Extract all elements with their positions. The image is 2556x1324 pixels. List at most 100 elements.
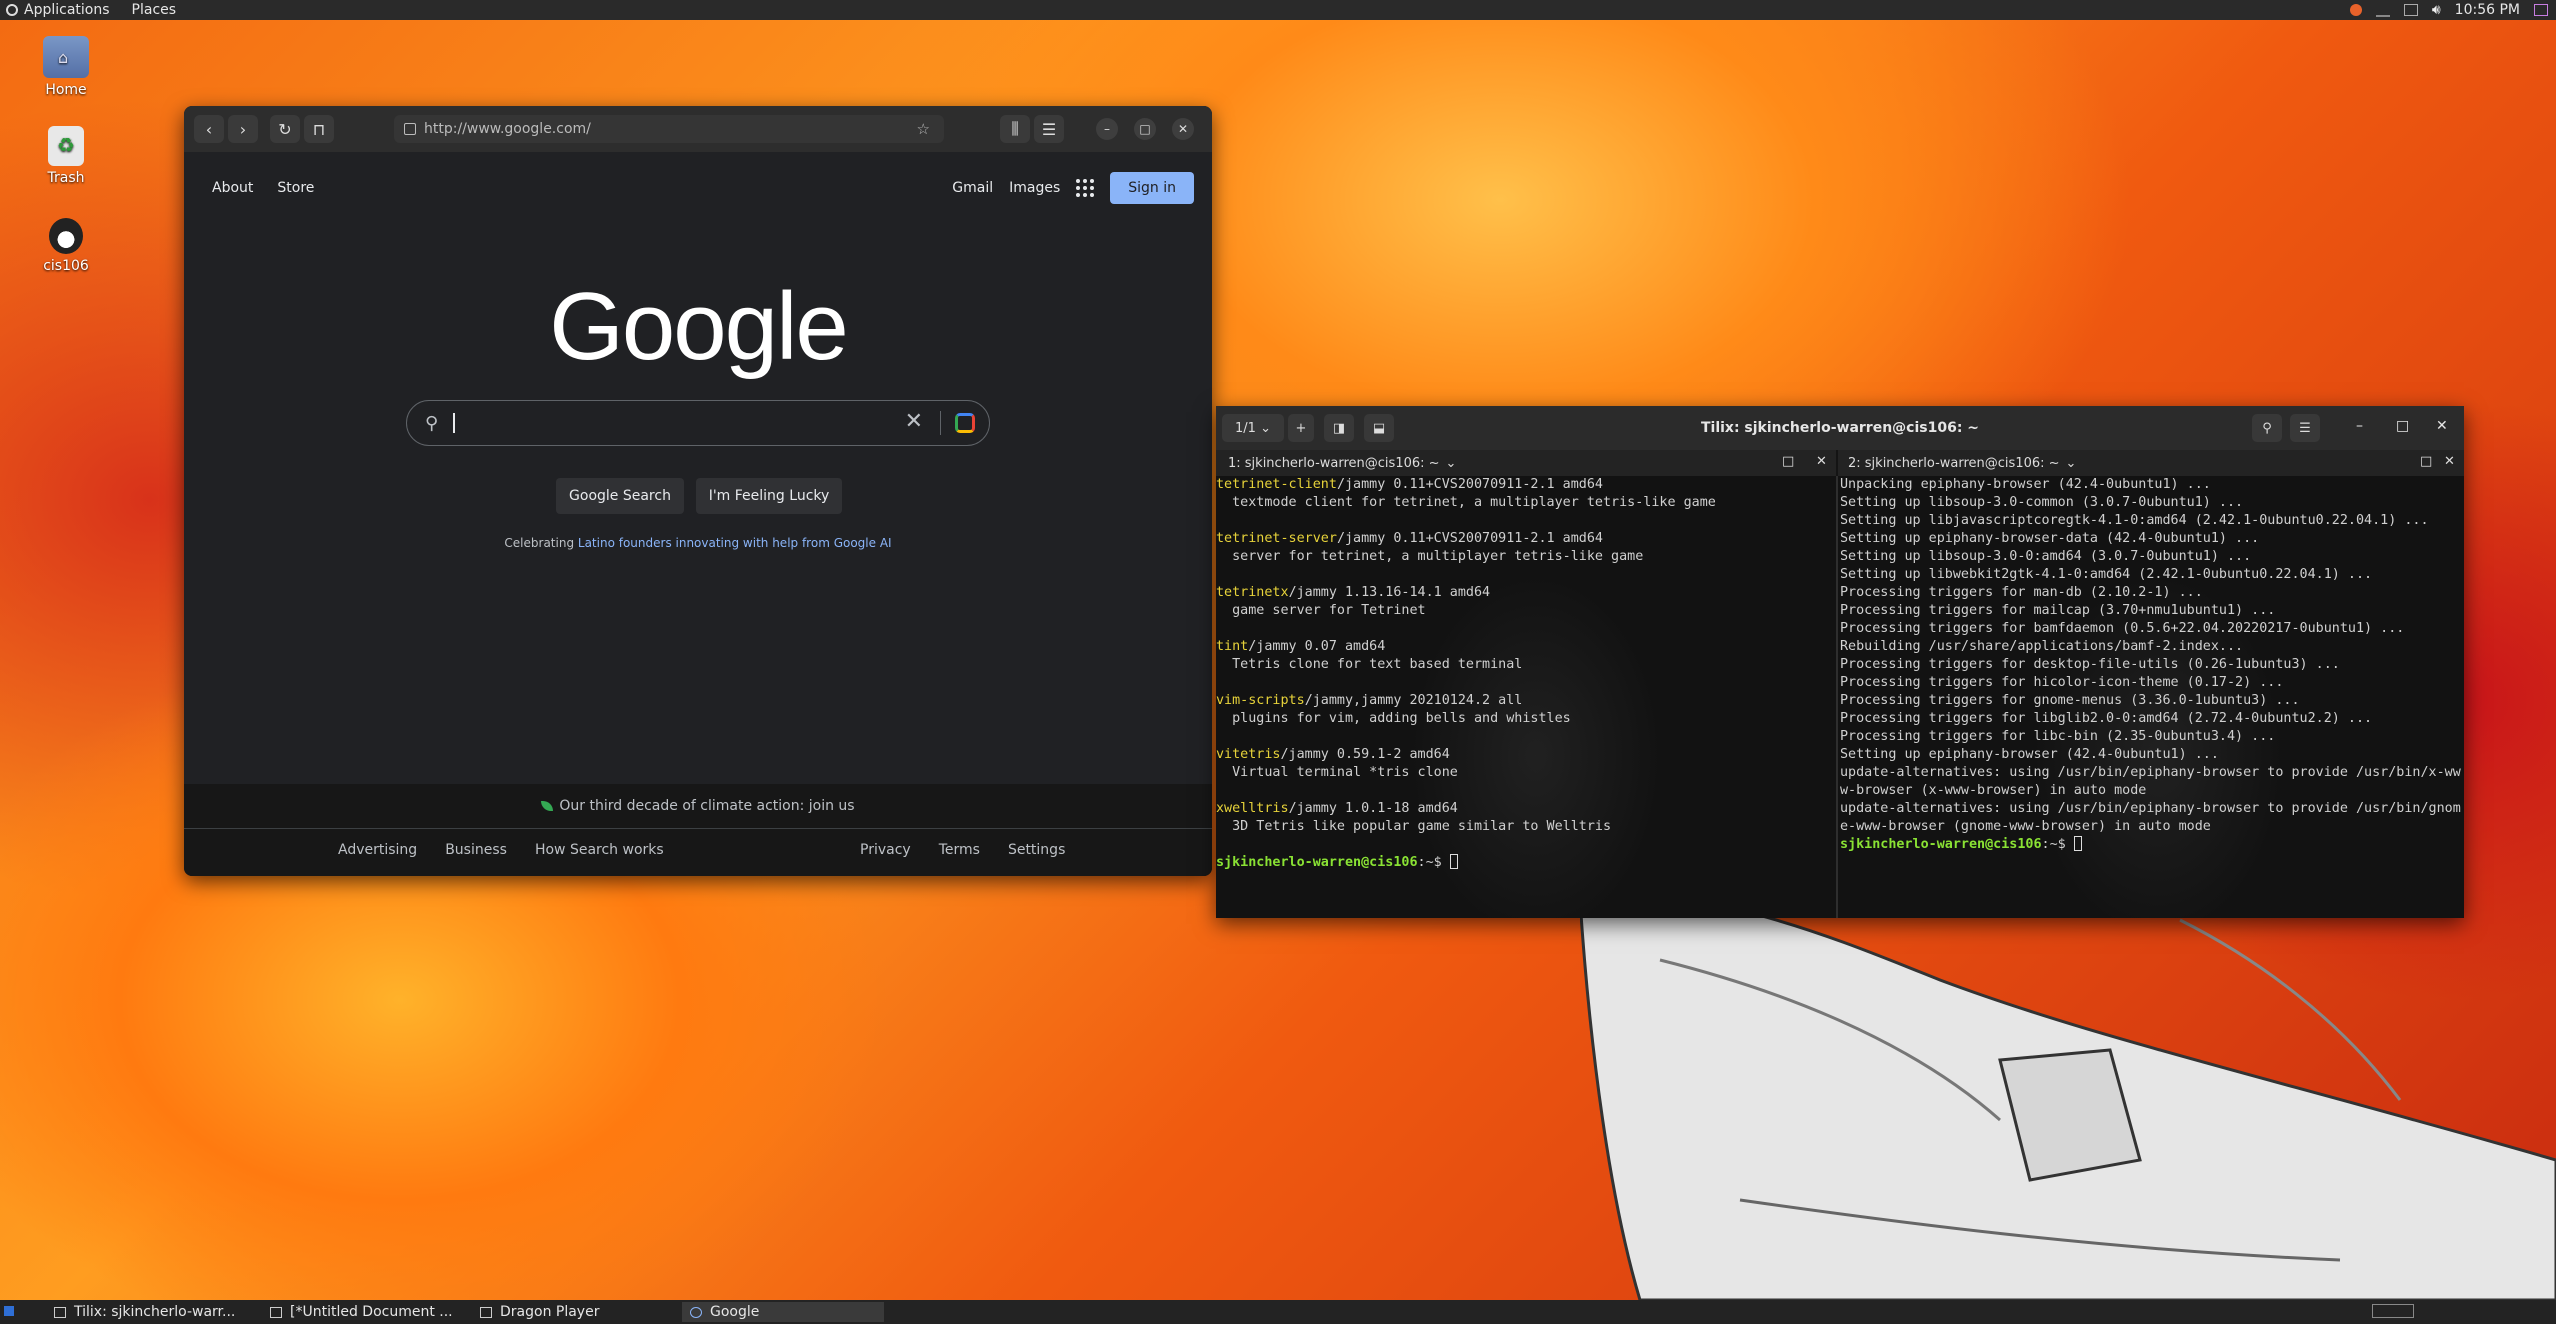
search-input[interactable]: ⚲ ✕ bbox=[406, 400, 990, 446]
taskbar-item-dragon-player[interactable]: Dragon Player bbox=[472, 1302, 668, 1322]
terminal-prompt-line: sjkincherlo-warren@cis106:~$ bbox=[1216, 854, 1836, 872]
sign-in-button[interactable]: Sign in bbox=[1110, 172, 1194, 204]
pane-maximize-icon[interactable]: □ bbox=[1782, 454, 1794, 469]
maximize-icon: □ bbox=[1139, 122, 1151, 136]
advertising-link[interactable]: Advertising bbox=[338, 842, 417, 858]
package-version: /jammy 1.0.1-18 amd64 bbox=[1288, 801, 1458, 816]
terminal-line: Setting up libsoup-3.0-common (3.0.7-0ub… bbox=[1840, 495, 2244, 510]
pane2-header[interactable]: 2: sjkincherlo-warren@cis106: ~ ⌄ □ ✕ bbox=[1838, 450, 2464, 476]
chevron-down-icon[interactable]: ⌄ bbox=[2060, 456, 2077, 471]
terminal-line: Processing triggers for hicolor-icon-the… bbox=[1840, 675, 2284, 690]
pane-close-icon[interactable]: ✕ bbox=[1816, 454, 1827, 469]
clear-search-icon[interactable]: ✕ bbox=[905, 409, 923, 434]
taskbar-item-tilix[interactable]: Tilix: sjkincherlo-warr... bbox=[46, 1302, 242, 1322]
pane-maximize-icon[interactable]: □ bbox=[2420, 454, 2432, 469]
terminal-pane-1[interactable]: tetrinet-client/jammy 0.11+CVS20070911-2… bbox=[1216, 476, 1836, 918]
business-link[interactable]: Business bbox=[445, 842, 507, 858]
desktop-icon-home[interactable]: ⌂ Home bbox=[28, 36, 104, 98]
page-info-icon[interactable] bbox=[404, 123, 416, 135]
package-version: /jammy 0.59.1-2 amd64 bbox=[1280, 747, 1450, 762]
terminal-line: tint/jammy 0.07 amd64 bbox=[1216, 638, 1836, 656]
minimize-button[interactable]: – bbox=[1096, 118, 1118, 140]
privacy-link[interactable]: Privacy bbox=[860, 842, 911, 858]
terminal-header-bar: 1/1 ⌄ + ◨ ⬓ Tilix: sjkincherlo-warren@ci… bbox=[1216, 406, 2464, 450]
terminal-line: vitetris/jammy 0.59.1-2 amd64 bbox=[1216, 746, 1836, 764]
terminal-pane-2[interactable]: Unpacking epiphany-browser (42.4-0ubuntu… bbox=[1838, 476, 2464, 918]
google-search-button[interactable]: Google Search bbox=[556, 478, 684, 514]
workspace-switcher[interactable] bbox=[2372, 1304, 2414, 1318]
url-bar[interactable]: http://www.google.com/ ☆ bbox=[394, 115, 944, 143]
gmail-link[interactable]: Gmail bbox=[952, 180, 993, 196]
bookmarks-button[interactable]: ⫼ bbox=[1000, 115, 1030, 143]
terminal-line: Processing triggers for desktop-file-uti… bbox=[1840, 657, 2340, 672]
celebrating-link[interactable]: Latino founders innovating with help fro… bbox=[578, 536, 892, 550]
close-icon: ✕ bbox=[1177, 122, 1189, 136]
browser-icon bbox=[690, 1306, 702, 1318]
search-divider bbox=[940, 411, 941, 435]
desktop-icon-cis106[interactable]: cis106 bbox=[28, 218, 104, 274]
google-apps-icon[interactable] bbox=[1076, 179, 1095, 197]
chevron-down-icon[interactable]: ⌄ bbox=[1440, 456, 1457, 471]
close-button[interactable]: ✕ bbox=[1172, 118, 1194, 140]
terminal-line: game server for Tetrinet bbox=[1216, 603, 1426, 618]
terminal-line: Setting up libsoup-3.0-0:amd64 (3.0.7-0u… bbox=[1840, 549, 2252, 564]
close-button[interactable]: ✕ bbox=[2436, 418, 2448, 434]
new-tab-button[interactable]: ⊓ bbox=[304, 115, 334, 143]
pane1-title: 1: sjkincherlo-warren@cis106: ~ bbox=[1228, 455, 1440, 471]
feeling-lucky-button[interactable]: I'm Feeling Lucky bbox=[696, 478, 842, 514]
places-menu[interactable]: Places bbox=[132, 0, 177, 20]
system-tray: 🔊︎ 10:56 PM bbox=[2349, 0, 2556, 20]
applications-menu[interactable]: Applications bbox=[6, 0, 110, 20]
text-editor-icon bbox=[270, 1306, 282, 1318]
package-version: /jammy 0.11+CVS20070911-2.1 amd64 bbox=[1336, 477, 1603, 492]
network-icon[interactable] bbox=[2375, 3, 2390, 17]
terminal-search-button[interactable]: ⚲ bbox=[2252, 414, 2282, 442]
terminal-line: server for tetrinet, a multiplayer tetri… bbox=[1216, 549, 1644, 564]
taskbar-item-google[interactable]: Google bbox=[682, 1302, 884, 1322]
terminal-menu-button[interactable]: ☰ bbox=[2290, 414, 2320, 442]
package-version: /jammy 1.13.16-14.1 amd64 bbox=[1288, 585, 1491, 600]
taskbar-item-text-editor[interactable]: [*Untitled Document ... bbox=[262, 1302, 458, 1322]
menu-icon: ☰ bbox=[1041, 119, 1057, 139]
about-link[interactable]: About bbox=[212, 180, 253, 196]
terminal-icon bbox=[54, 1306, 66, 1318]
back-button[interactable]: ‹ bbox=[194, 115, 224, 143]
google-lens-icon[interactable] bbox=[955, 413, 975, 433]
firefox-tray-icon[interactable] bbox=[2349, 4, 2362, 16]
maximize-button[interactable]: □ bbox=[2396, 418, 2409, 434]
volume-icon[interactable]: 🔊︎ bbox=[2432, 2, 2441, 18]
show-desktop-icon[interactable] bbox=[4, 1306, 14, 1316]
maximize-button[interactable]: □ bbox=[1134, 118, 1156, 140]
hamburger-menu-button[interactable]: ☰ bbox=[1034, 115, 1064, 143]
package-name: tint bbox=[1216, 639, 1249, 654]
reload-button[interactable]: ↻ bbox=[270, 115, 300, 143]
terminal-prompt-line: sjkincherlo-warren@cis106:~$ bbox=[1840, 836, 2464, 854]
desktop-icon-trash[interactable]: ♻ Trash bbox=[28, 126, 104, 186]
clock[interactable]: 10:56 PM bbox=[2455, 2, 2520, 18]
session-menu-icon[interactable] bbox=[2534, 4, 2548, 16]
tab-overview-icon: ⊓ bbox=[312, 119, 326, 139]
pane-close-icon[interactable]: ✕ bbox=[2444, 454, 2455, 469]
climate-message[interactable]: Our third decade of climate action: join… bbox=[184, 784, 1212, 829]
prompt-user-host: sjkincherlo-warren@cis106 bbox=[1216, 855, 1418, 870]
settings-link[interactable]: Settings bbox=[1008, 842, 1065, 858]
desktop-icon-label: cis106 bbox=[43, 258, 89, 274]
reload-icon: ↻ bbox=[278, 119, 292, 139]
trash-icon: ♻ bbox=[48, 126, 84, 166]
package-name: tetrinet-server bbox=[1216, 531, 1337, 546]
forward-button[interactable]: › bbox=[228, 115, 258, 143]
terms-link[interactable]: Terms bbox=[939, 842, 980, 858]
minimize-button[interactable]: – bbox=[2356, 418, 2363, 434]
pane1-header[interactable]: 1: sjkincherlo-warren@cis106: ~ ⌄ □ ✕ bbox=[1216, 450, 1836, 476]
text-caret bbox=[453, 413, 455, 433]
browser-header-bar: ‹ › ↻ ⊓ http://www.google.com/ ☆ ⫼ ☰ – □… bbox=[184, 106, 1212, 152]
keyboard-layout-icon[interactable] bbox=[2403, 4, 2418, 16]
prompt-path: :~$ bbox=[2041, 837, 2074, 852]
terminal-line: e-www-browser (gnome-www-browser) in aut… bbox=[1840, 819, 2211, 834]
images-link[interactable]: Images bbox=[1009, 180, 1060, 196]
desktop-icon-label: Trash bbox=[47, 170, 85, 186]
store-link[interactable]: Store bbox=[277, 180, 314, 196]
terminal-line: update-alternatives: using /usr/bin/epip… bbox=[1840, 801, 2461, 816]
bookmark-star-icon[interactable]: ☆ bbox=[917, 120, 930, 138]
how-search-works-link[interactable]: How Search works bbox=[535, 842, 664, 858]
